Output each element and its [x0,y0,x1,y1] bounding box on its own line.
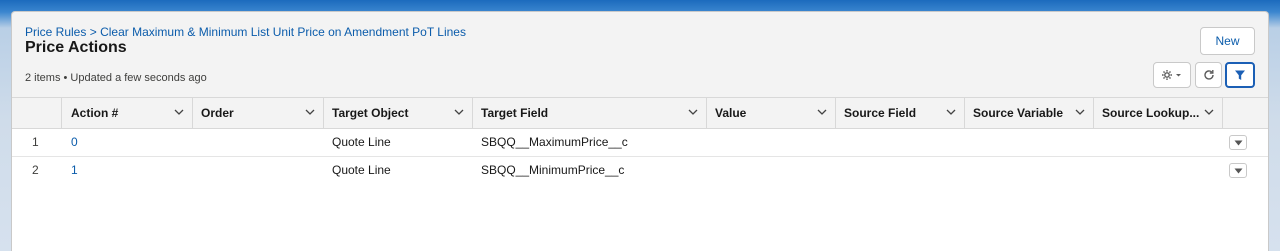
chevron-down-icon[interactable] [1075,108,1085,116]
breadcrumb-separator: > [89,25,97,39]
filter-button[interactable] [1225,62,1255,88]
filter-icon [1235,70,1245,80]
column-header-label: Order [201,106,234,120]
chevron-down-icon [1234,140,1242,145]
row-actions-header [1223,98,1268,128]
chevron-down-icon[interactable] [305,108,315,116]
empty-table-area [12,182,1268,251]
action-number-link[interactable]: 1 [71,157,78,184]
list-settings-button[interactable] [1153,62,1191,88]
refresh-icon [1203,70,1214,80]
column-header-label: Source Lookup... [1102,106,1200,120]
column-header-label: Value [715,106,747,120]
table-header: Action # Order Target Object Target Fiel… [12,97,1268,129]
target-object-cell: Quote Line [332,135,391,149]
new-button[interactable]: New [1200,27,1255,55]
chevron-down-icon[interactable] [688,108,698,116]
column-header-order[interactable]: Order [193,98,324,128]
column-header-label: Source Field [844,106,917,120]
chevron-down-icon[interactable] [454,108,464,116]
gear-icon [1162,70,1181,80]
breadcrumb-price-rules-link[interactable]: Price Rules [25,25,86,39]
list-status: 2 items • Updated a few seconds ago [25,72,207,84]
row-number: 2 [32,163,39,177]
target-object-cell: Quote Line [332,163,391,177]
chevron-down-icon[interactable] [174,108,184,116]
column-header-target-object[interactable]: Target Object [324,98,473,128]
column-header-source-field[interactable]: Source Field [836,98,965,128]
column-header-value[interactable]: Value [707,98,836,128]
target-field-cell: SBQQ__MaximumPrice__c [481,135,628,149]
row-number: 1 [32,135,39,149]
chevron-down-icon[interactable] [1204,108,1214,116]
related-list-card: Price Rules > Clear Maximum & Minimum Li… [11,11,1269,251]
price-actions-table: Action # Order Target Object Target Fiel… [12,97,1268,185]
target-field-cell: SBQQ__MinimumPrice__c [481,163,625,177]
page-title: Price Actions [25,39,127,56]
column-header-action-number[interactable]: Action # [62,98,193,128]
chevron-down-icon[interactable] [946,108,956,116]
row-actions-button[interactable] [1229,135,1247,150]
table-row: 1 0 Quote Line SBQQ__MaximumPrice__c [12,129,1268,157]
chevron-down-icon [1234,168,1242,173]
column-header-label: Action # [71,106,119,120]
column-header-source-variable[interactable]: Source Variable [965,98,1094,128]
breadcrumb: Price Rules > Clear Maximum & Minimum Li… [25,25,466,39]
column-header-source-lookup[interactable]: Source Lookup... [1094,98,1223,128]
chevron-down-icon[interactable] [817,108,827,116]
refresh-button[interactable] [1195,62,1222,88]
table-row: 2 1 Quote Line SBQQ__MinimumPrice__c [12,157,1268,185]
action-number-link[interactable]: 0 [71,129,78,156]
column-header-target-field[interactable]: Target Field [473,98,707,128]
row-number-header [12,98,62,128]
column-header-label: Source Variable [973,106,1064,120]
breadcrumb-current-rule-link[interactable]: Clear Maximum & Minimum List Unit Price … [100,25,466,39]
column-header-label: Target Object [332,106,409,120]
row-actions-button[interactable] [1229,163,1247,178]
column-header-label: Target Field [481,106,549,120]
